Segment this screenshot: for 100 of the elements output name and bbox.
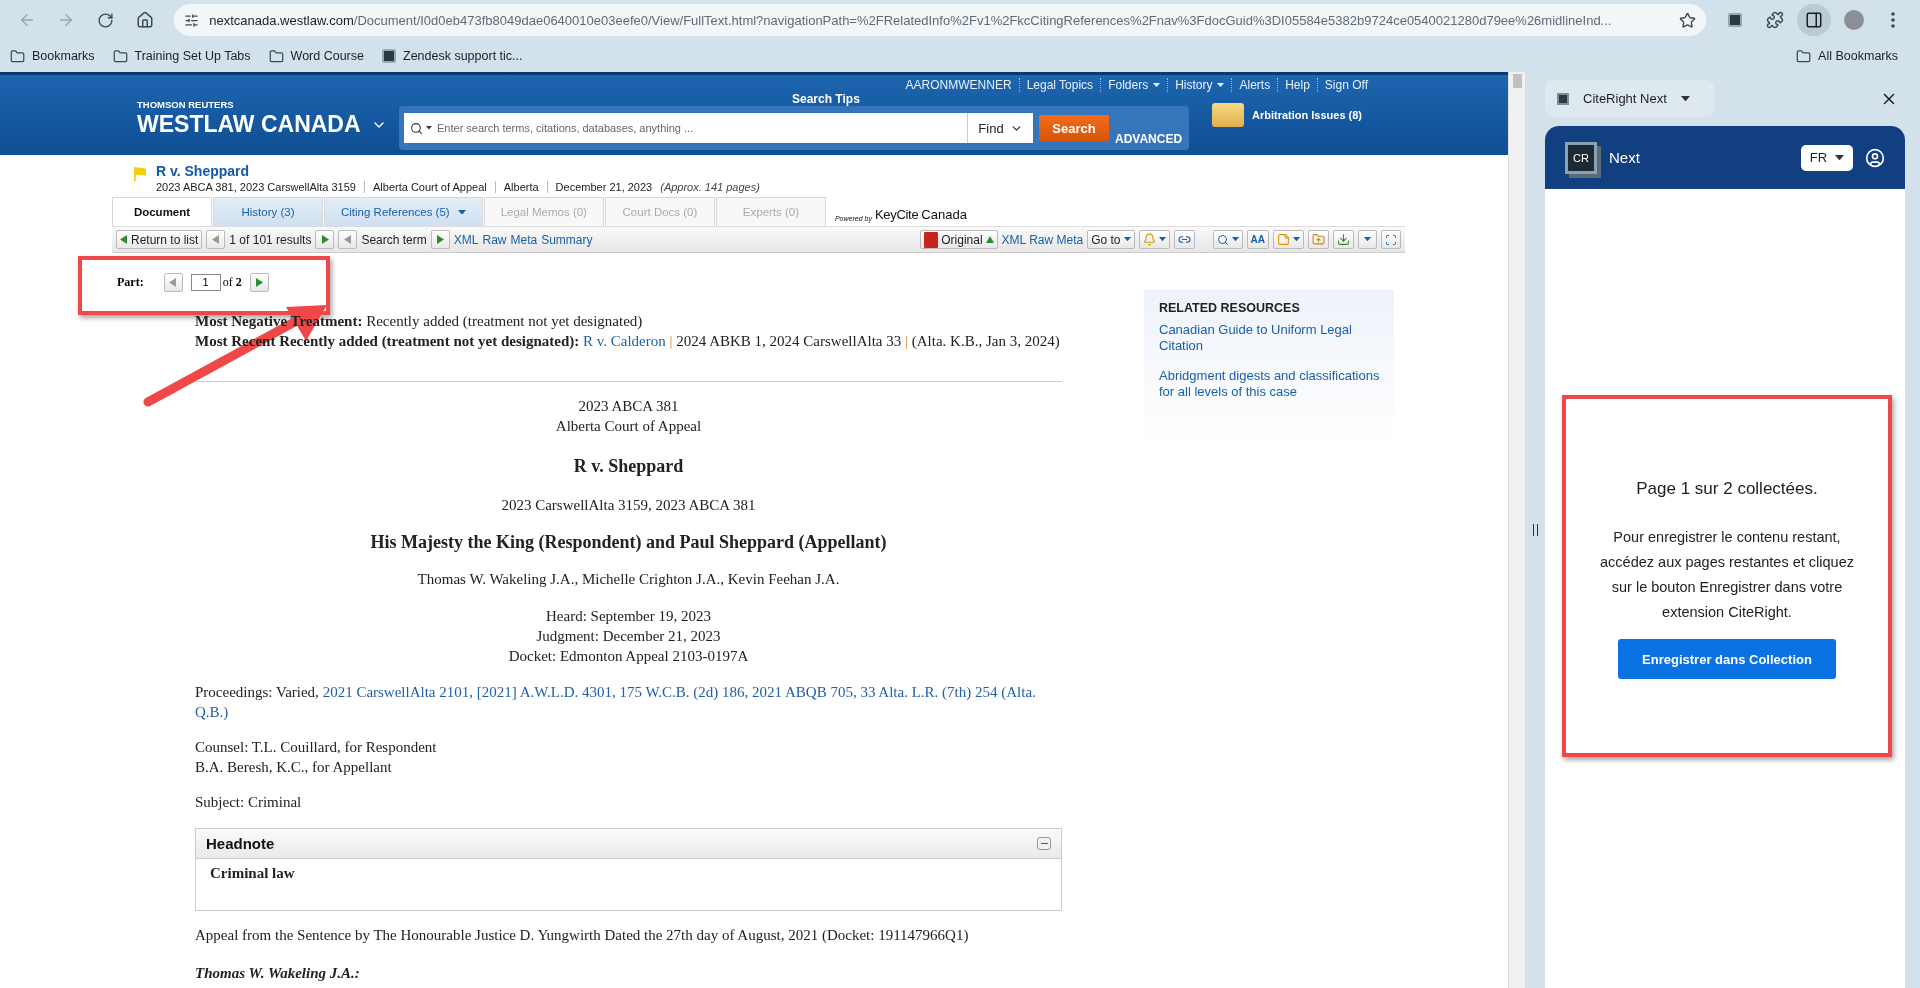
bookmark-star-icon[interactable]	[1679, 11, 1697, 29]
previous-button[interactable]	[206, 230, 226, 249]
search-tips-link[interactable]: Search Tips	[792, 92, 860, 106]
header-link[interactable]: Alerts	[1231, 78, 1278, 92]
result-count: 1 of 101 results	[229, 232, 312, 247]
download-options-button[interactable]	[1358, 230, 1377, 249]
save-folder-button[interactable]	[1308, 230, 1329, 249]
menu-icon	[1891, 12, 1896, 28]
next-part-button[interactable]	[249, 272, 269, 292]
header-link[interactable]: AARONMWENNER	[898, 78, 1019, 92]
part-input[interactable]: 1	[190, 273, 221, 291]
date-line: Heard: September 19, 2023	[545, 607, 712, 626]
proceedings-line: Proceedings: Varied, 2021 CarswellAlta 2101, [2021] A.W.L.D. 4301, 175 W.C.B. (2d) 186, 2021 ABQB 705, 33 Alta. L.R. (7th) 254 (Alta. Q.B.)	[195, 683, 1037, 722]
header-link[interactable]: History	[1167, 78, 1232, 92]
case-meta: Alberta	[494, 181, 547, 193]
case-meta: 2023 ABCA 381, 2023 CarswellAlta 3159	[156, 181, 357, 193]
parties-heading: His Majesty the King (Respondent) and Paul Sheppard (Appellant)	[369, 532, 888, 552]
folder-link[interactable]: Arbitration Issues (8)	[1212, 103, 1363, 127]
xml-raw-meta-link[interactable]: XML Raw Meta	[1001, 232, 1084, 247]
full-screen-button[interactable]	[1381, 230, 1401, 249]
flag-icon	[134, 167, 146, 181]
date-line: Judgment: December 21, 2023	[535, 627, 722, 646]
citation-link[interactable]: 33 Alta. L.R. (7th) 254	[860, 684, 998, 700]
case-meta: December 21, 2023	[546, 181, 661, 193]
bookmark-item[interactable]: All Bookmarks	[1796, 48, 1898, 64]
original-button[interactable]: Original	[920, 230, 998, 249]
bookmark-item[interactable]: Training Set Up Tabs	[112, 48, 251, 64]
citation-link[interactable]: [2021] A.W.L.D. 4301	[476, 684, 613, 700]
pdf-icon	[924, 231, 939, 248]
reload-icon	[97, 11, 115, 29]
header-link[interactable]: Folders	[1100, 78, 1168, 92]
format-link[interactable]: Raw	[482, 232, 507, 247]
collapse-button[interactable]	[1037, 837, 1051, 850]
link-icon	[1177, 233, 1191, 246]
scrollbar[interactable]	[1508, 72, 1525, 988]
return-button[interactable]: Return to list	[116, 230, 203, 249]
instruction-text: Pour enregistrer le contenu restant, accédez aux pages restantes et cliquez sur le bouton Enregistrer dans votre extension CiteRight.	[1599, 528, 1855, 622]
document-tab[interactable]: Document	[112, 197, 212, 226]
folder-icon	[268, 48, 284, 64]
site-settings-icon[interactable]	[184, 12, 200, 28]
brand-logo[interactable]: WESTLAW CANADA	[137, 111, 387, 138]
bookmark-item[interactable]: Zendesk support tic...	[382, 49, 523, 63]
folder-icon	[1212, 103, 1244, 127]
download-button[interactable]	[1333, 230, 1354, 249]
text-size-button[interactable]: AA	[1246, 230, 1269, 249]
caret-icon	[1153, 82, 1161, 88]
case-meta: Alberta Court of Appeal	[364, 181, 495, 193]
alert-button[interactable]	[1138, 230, 1170, 249]
right-arrow-icon	[320, 235, 329, 244]
format-link[interactable]: XML	[453, 232, 479, 247]
go-to-button[interactable]: Go to	[1087, 230, 1135, 249]
right-arrow-icon	[255, 277, 264, 287]
search-icon	[410, 121, 423, 135]
previous-part-button[interactable]	[163, 272, 183, 292]
home-icon	[136, 11, 155, 29]
format-link[interactable]: Summary	[541, 232, 593, 247]
next-button[interactable]	[315, 230, 335, 249]
related-title: RELATED RESOURCES	[1159, 300, 1301, 316]
search-button[interactable]: Search	[1039, 115, 1109, 141]
side-panel-selector[interactable]: CiteRight Next	[1545, 80, 1714, 117]
previous-button[interactable]	[338, 230, 358, 249]
note-button[interactable]	[1273, 230, 1304, 249]
document-tab[interactable]: Citing References (5)	[324, 197, 483, 226]
find-select[interactable]: Find	[967, 113, 1033, 143]
right-arrow-icon	[436, 235, 445, 244]
address-bar[interactable]	[174, 4, 1707, 36]
app-icon	[1557, 92, 1569, 105]
bookmark-item[interactable]: Bookmarks	[10, 48, 95, 64]
format-link[interactable]: Meta	[510, 232, 538, 247]
left-arrow-icon	[343, 235, 352, 244]
header-link[interactable]: Legal Topics	[1018, 78, 1101, 92]
bell-icon	[1142, 233, 1156, 246]
header-link[interactable]: Sign Off	[1316, 78, 1375, 92]
case-heading: R v. Sheppard	[572, 456, 685, 476]
bookmark-item[interactable]: Word Course	[268, 48, 364, 64]
save-button[interactable]: Enregistrer dans Collection	[1618, 639, 1836, 679]
next-button[interactable]	[430, 230, 450, 249]
extension-icon	[1728, 13, 1743, 27]
citation-link[interactable]: 2021 ABQB 705	[752, 684, 853, 700]
search-box[interactable]: Enter search terms, citations, databases, anything ...	[404, 113, 967, 143]
search-icon	[1216, 233, 1229, 246]
minus-icon	[1040, 842, 1048, 845]
caret-icon	[1293, 237, 1300, 242]
advanced-link[interactable]: ADVANCED	[1115, 132, 1183, 146]
language-select[interactable]: FR	[1801, 144, 1853, 171]
related-link[interactable]: Abridgment digests and classifications for all levels of this case	[1159, 368, 1382, 400]
case-title[interactable]: R v. Sheppard	[156, 163, 760, 179]
download-icon	[1337, 233, 1350, 246]
citation-link[interactable]: 175 W.C.B. (2d) 186	[619, 684, 745, 700]
account-icon[interactable]	[1865, 147, 1885, 168]
full-screen-icon	[1385, 233, 1397, 246]
search-within-button[interactable]	[1212, 230, 1243, 249]
headnote-title: Headnote	[206, 833, 275, 854]
header-link[interactable]: Help	[1277, 78, 1317, 92]
link-button[interactable]	[1173, 230, 1195, 249]
caret-icon	[1158, 237, 1166, 242]
case-link[interactable]: R v. Calderon	[583, 333, 666, 349]
side-panel-button[interactable]	[1797, 4, 1831, 36]
related-link[interactable]: Canadian Guide to Uniform Legal Citation	[1159, 322, 1382, 354]
document-tab[interactable]: History (3)	[213, 197, 323, 226]
